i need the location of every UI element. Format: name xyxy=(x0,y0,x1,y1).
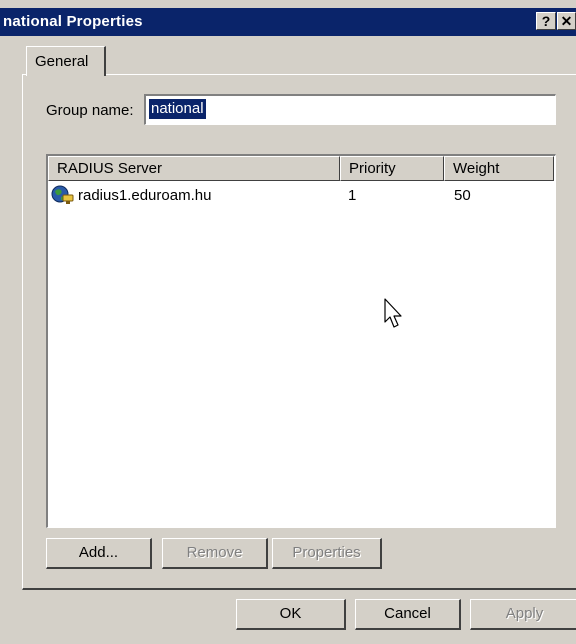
help-button[interactable]: ? xyxy=(536,12,556,30)
server-weight: 50 xyxy=(454,187,471,204)
tab-general-label: General xyxy=(35,53,89,70)
remove-button[interactable]: Remove xyxy=(162,538,268,569)
column-header-radius-server[interactable]: RADIUS Server xyxy=(48,156,340,181)
properties-dialog: national Properties ? ✕ General Group na… xyxy=(0,0,576,644)
close-button[interactable]: ✕ xyxy=(557,12,576,30)
ok-button[interactable]: OK xyxy=(236,599,346,630)
server-globe-icon xyxy=(51,185,74,204)
column-header-priority[interactable]: Priority xyxy=(340,156,444,181)
apply-button[interactable]: Apply xyxy=(470,599,576,630)
mouse-pointer-icon xyxy=(384,298,402,328)
window-title: national Properties xyxy=(3,13,143,30)
column-header-weight[interactable]: Weight xyxy=(444,156,554,181)
add-button[interactable]: Add... xyxy=(46,538,152,569)
group-name-value: national xyxy=(149,99,206,119)
list-item[interactable]: radius1.eduroam.hu 1 50 xyxy=(48,184,554,208)
server-name: radius1.eduroam.hu xyxy=(78,187,212,204)
tab-general[interactable]: General xyxy=(26,46,106,76)
cancel-button[interactable]: Cancel xyxy=(355,599,461,630)
server-priority: 1 xyxy=(348,187,357,204)
title-bar[interactable]: national Properties ? ✕ xyxy=(0,8,576,36)
properties-button[interactable]: Properties xyxy=(272,538,382,569)
group-name-field[interactable]: national xyxy=(144,94,556,125)
radius-server-list[interactable]: RADIUS Server Priority Weight radius1.ed… xyxy=(46,154,556,528)
group-name-label: Group name: xyxy=(46,102,134,119)
